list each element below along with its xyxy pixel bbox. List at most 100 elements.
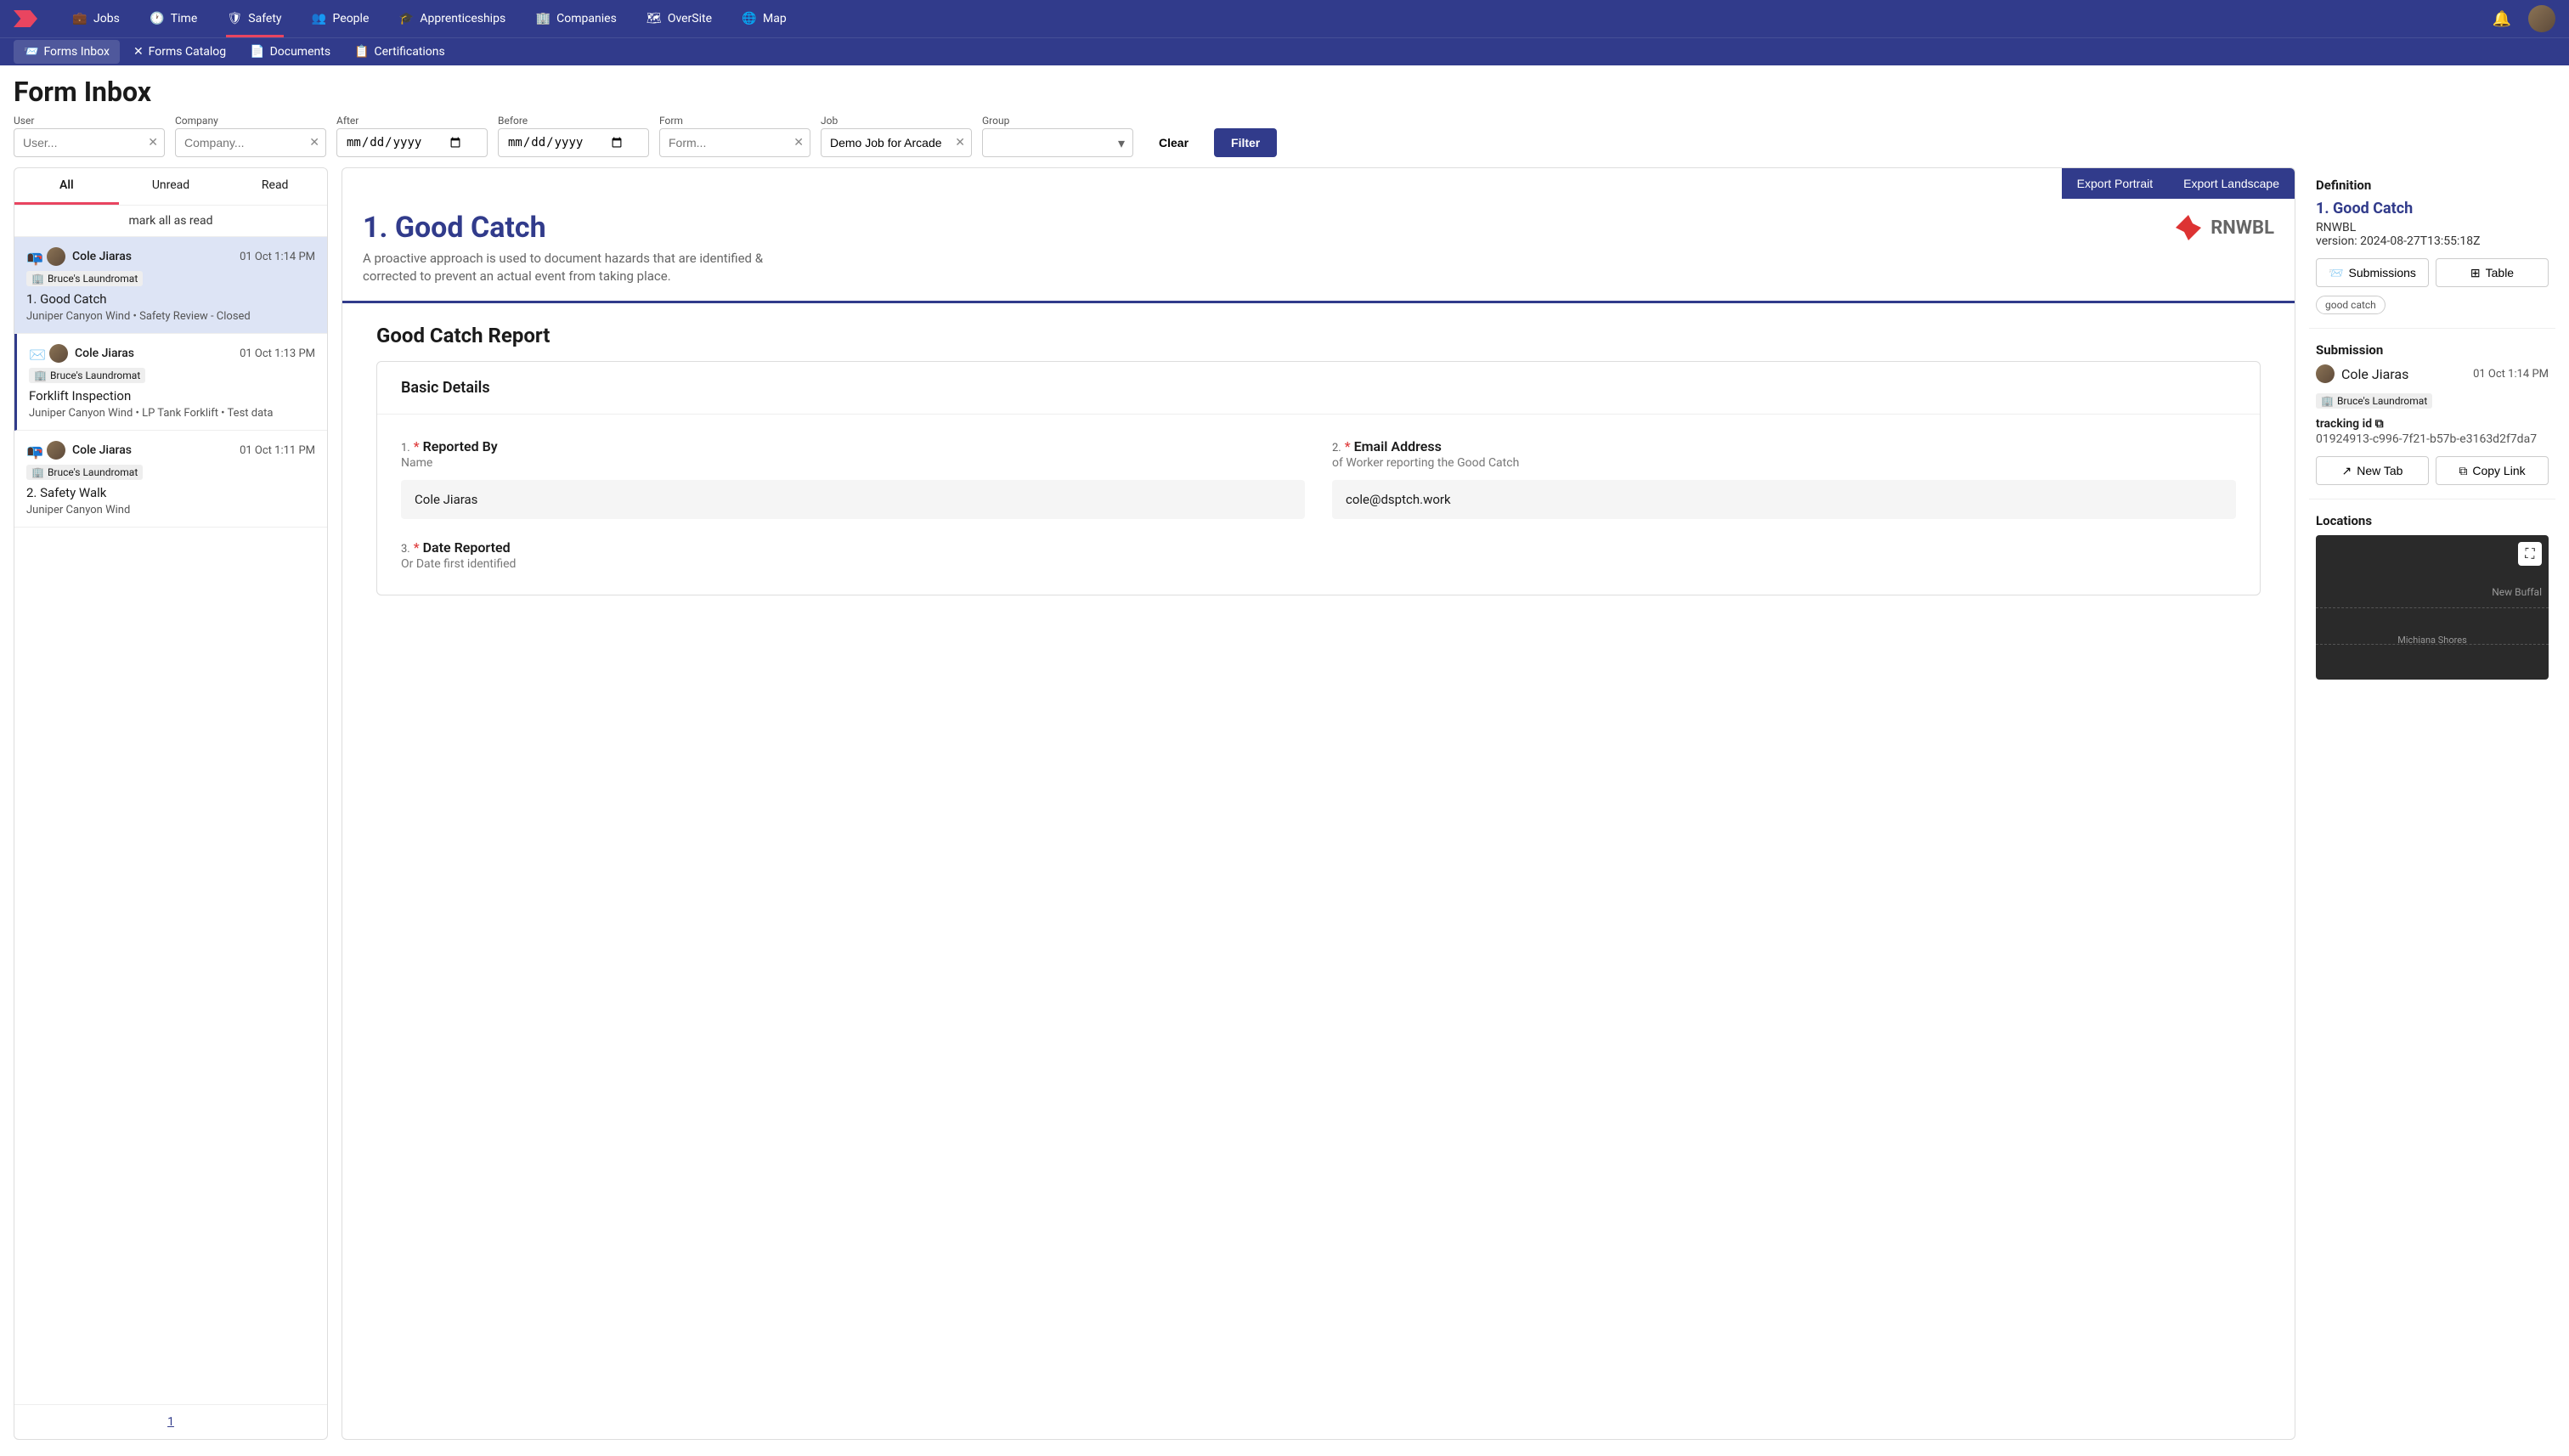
- filter-label-before: Before: [498, 115, 649, 127]
- field-label: Date Reported: [423, 539, 511, 556]
- expand-map-icon[interactable]: ⛶: [2518, 542, 2542, 566]
- tab-unread[interactable]: Unread: [119, 168, 223, 205]
- form-header: 1. Good Catch A proactive approach is us…: [342, 199, 2295, 303]
- required-mark: *: [1345, 438, 1351, 454]
- field-number: 1.: [401, 442, 410, 454]
- inbox-item[interactable]: 📭 Cole Jiaras 01 Oct 1:14 PM 🏢Bruce's La…: [14, 237, 327, 334]
- form-section-title: Good Catch Report: [342, 303, 2295, 361]
- building-icon: 🏢: [536, 12, 550, 25]
- form-input[interactable]: [659, 128, 810, 157]
- clear-form-icon[interactable]: ✕: [793, 136, 804, 150]
- item-meta: Juniper Canyon Wind • LP Tank Forklift •…: [29, 407, 315, 420]
- filter-button[interactable]: Filter: [1214, 128, 1277, 157]
- inbox-tabs: All Unread Read: [14, 168, 327, 206]
- clear-button[interactable]: Clear: [1143, 128, 1204, 157]
- table-button[interactable]: ⊞Table: [2436, 258, 2549, 287]
- subnav-documents[interactable]: 📄Documents: [240, 40, 341, 64]
- notifications-icon[interactable]: 🔔: [2493, 10, 2511, 28]
- tab-read[interactable]: Read: [223, 168, 327, 205]
- nav-map[interactable]: 🌐Map: [731, 0, 799, 37]
- subnav-certifications[interactable]: 📋Certifications: [344, 40, 455, 64]
- shield-icon: 🛡: [228, 12, 241, 25]
- export-portrait-button[interactable]: Export Portrait: [2062, 168, 2168, 199]
- map-label: Michiana Shores: [2397, 635, 2467, 646]
- brand-mark-icon: [2171, 211, 2205, 245]
- pagination[interactable]: 1: [14, 1404, 327, 1439]
- subnav-forms-catalog[interactable]: ✕Forms Catalog: [123, 40, 236, 64]
- main-layout: All Unread Read mark all as read 📭 Cole …: [0, 167, 2569, 1453]
- clear-user-icon[interactable]: ✕: [148, 136, 158, 150]
- building-icon: 🏢: [31, 466, 44, 478]
- building-icon: 🏢: [34, 370, 47, 381]
- definition-link[interactable]: 1. Good Catch: [2316, 200, 2549, 217]
- filter-label-user: User: [14, 115, 165, 127]
- copy-icon[interactable]: ⧉: [2375, 417, 2384, 431]
- before-date-input[interactable]: [498, 128, 649, 157]
- cert-icon: 📋: [354, 45, 369, 59]
- building-icon: 🏢: [31, 273, 44, 285]
- map-icon: 🗺: [647, 12, 661, 25]
- inbox-panel: All Unread Read mark all as read 📭 Cole …: [14, 167, 328, 1440]
- nav-oversite[interactable]: 🗺OverSite: [635, 0, 724, 37]
- sender-name: Cole Jiaras: [72, 250, 132, 263]
- definition-heading: Definition: [2316, 178, 2549, 193]
- nav-apprenticeships[interactable]: 🎓Apprenticeships: [387, 0, 517, 37]
- field-number: 2.: [1332, 442, 1341, 454]
- item-title: 1. Good Catch: [26, 291, 315, 307]
- form-subtitle: A proactive approach is used to document…: [363, 250, 805, 285]
- item-time: 01 Oct 1:11 PM: [240, 444, 315, 457]
- sub-nav: 📨Forms Inbox ✕Forms Catalog 📄Documents 📋…: [0, 37, 2569, 65]
- field-value: cole@dsptch.work: [1332, 480, 2236, 519]
- group-select[interactable]: [982, 128, 1133, 157]
- locations-section: Locations ⛶ New Buffal Michiana Shores: [2309, 513, 2555, 693]
- field-sublabel: of Worker reporting the Good Catch: [1332, 456, 2236, 470]
- inbox-item[interactable]: ✉️ Cole Jiaras 01 Oct 1:13 PM 🏢Bruce's L…: [14, 334, 327, 431]
- submitter-avatar: [2316, 364, 2335, 383]
- nav-companies[interactable]: 🏢Companies: [524, 0, 629, 37]
- mark-all-read[interactable]: mark all as read: [14, 206, 327, 237]
- copy-link-button[interactable]: ⧉Copy Link: [2436, 456, 2549, 485]
- nav-time[interactable]: 🕐Time: [138, 0, 209, 37]
- company-input[interactable]: [175, 128, 326, 157]
- tab-all[interactable]: All: [14, 168, 119, 205]
- definition-org: RNWBL: [2316, 221, 2549, 234]
- filter-label-company: Company: [175, 115, 326, 127]
- submitter-name: Cole Jiaras: [2341, 366, 2408, 382]
- inbox-item[interactable]: 📭 Cole Jiaras 01 Oct 1:11 PM 🏢Bruce's La…: [14, 431, 327, 528]
- mail-closed-icon: ✉️: [29, 347, 42, 360]
- nav-safety[interactable]: 🛡Safety: [216, 0, 293, 37]
- form-title: 1. Good Catch: [363, 211, 805, 245]
- item-time: 01 Oct 1:13 PM: [240, 347, 315, 360]
- clear-job-icon[interactable]: ✕: [955, 136, 965, 150]
- field-reported-by: 1.*Reported By Name Cole Jiaras: [401, 438, 1305, 519]
- company-tag: 🏢Bruce's Laundromat: [26, 271, 143, 286]
- sender-name: Cole Jiaras: [72, 443, 132, 457]
- item-meta: Juniper Canyon Wind: [26, 504, 315, 516]
- field-grid: 1.*Reported By Name Cole Jiaras 2.*Email…: [377, 415, 2260, 595]
- location-map[interactable]: ⛶ New Buffal Michiana Shores: [2316, 535, 2549, 680]
- document-icon: 📄: [250, 45, 264, 59]
- nav-people[interactable]: 👥People: [301, 0, 381, 37]
- copy-icon: ⧉: [2459, 464, 2467, 478]
- submissions-button[interactable]: 📨Submissions: [2316, 258, 2429, 287]
- submission-time: 01 Oct 1:14 PM: [2473, 368, 2549, 381]
- subnav-forms-inbox[interactable]: 📨Forms Inbox: [14, 40, 120, 64]
- new-tab-button[interactable]: ↗New Tab: [2316, 456, 2429, 485]
- export-landscape-button[interactable]: Export Landscape: [2168, 168, 2295, 199]
- submission-section: Submission Cole Jiaras 01 Oct 1:14 PM 🏢B…: [2309, 342, 2555, 499]
- user-input[interactable]: [14, 128, 165, 157]
- nav-jobs[interactable]: 💼Jobs: [61, 0, 132, 37]
- brand-logo: RNWBL: [2171, 211, 2274, 245]
- field-email: 2.*Email Address of Worker reporting the…: [1332, 438, 2236, 519]
- details-panel: Definition 1. Good Catch RNWBL version: …: [2309, 167, 2555, 1440]
- user-avatar[interactable]: [2528, 5, 2555, 32]
- field-value: Cole Jiaras: [401, 480, 1305, 519]
- job-input[interactable]: [821, 128, 972, 157]
- app-logo[interactable]: [14, 8, 41, 29]
- after-date-input[interactable]: [336, 128, 488, 157]
- tag-pill[interactable]: good catch: [2316, 296, 2386, 314]
- field-date-reported: 3.*Date Reported Or Date first identifie…: [401, 539, 1305, 571]
- clear-company-icon[interactable]: ✕: [309, 136, 319, 150]
- filter-label-job: Job: [821, 115, 972, 127]
- item-title: Forklift Inspection: [29, 388, 315, 404]
